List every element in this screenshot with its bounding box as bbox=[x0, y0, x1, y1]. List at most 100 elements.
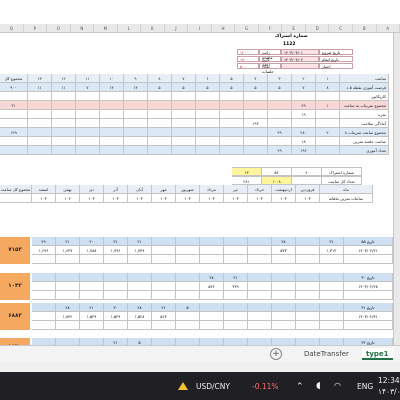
table-cell[interactable]: ۲۸۰ bbox=[292, 128, 316, 137]
week-cell[interactable] bbox=[32, 321, 56, 330]
table-cell[interactable] bbox=[244, 146, 268, 155]
table-cell[interactable]: ۴ bbox=[244, 74, 268, 83]
info-value[interactable]: ۱۷۰۰ bbox=[237, 56, 259, 62]
week-cell[interactable] bbox=[224, 237, 248, 246]
week-cell[interactable] bbox=[104, 273, 128, 282]
wifi-icon[interactable]: ◠ bbox=[334, 381, 341, 390]
table-cell[interactable]: ۷ bbox=[292, 83, 316, 92]
week-cell[interactable] bbox=[32, 312, 56, 321]
week-cell[interactable] bbox=[200, 321, 224, 330]
week-cell[interactable]: ۳۰ تاریخ bbox=[344, 273, 393, 282]
month-cell[interactable]: ۱۰۳ bbox=[152, 194, 176, 203]
week-cell[interactable]: ۲۶ bbox=[152, 303, 176, 312]
week-cell[interactable]: ۱,۷۸۸ bbox=[80, 246, 104, 255]
table-cell[interactable] bbox=[292, 119, 316, 128]
week-cell[interactable]: ۱,۶۹۶ bbox=[32, 246, 56, 255]
table-cell[interactable] bbox=[244, 92, 268, 101]
table-cell[interactable] bbox=[196, 146, 220, 155]
table-cell[interactable] bbox=[76, 128, 100, 137]
month-cell[interactable]: ۱۰۳ bbox=[248, 194, 272, 203]
week-cell[interactable] bbox=[272, 338, 296, 345]
table-cell[interactable] bbox=[52, 128, 76, 137]
table-cell[interactable] bbox=[76, 110, 100, 119]
table-cell[interactable]: ساعت جلسه تمرین bbox=[340, 137, 389, 146]
month-cell[interactable]: آذر bbox=[104, 185, 128, 194]
week-cell[interactable]: ۲۱ bbox=[128, 237, 152, 246]
month-cell[interactable]: ۱۰۳ bbox=[32, 194, 56, 203]
table-cell[interactable] bbox=[316, 92, 340, 101]
week-cell[interactable] bbox=[296, 246, 320, 255]
table-cell[interactable]: ۲۹ bbox=[268, 128, 292, 137]
month-cell[interactable] bbox=[0, 194, 32, 203]
month-cell[interactable]: ۱۰۳ bbox=[296, 194, 320, 203]
week-cell[interactable] bbox=[152, 237, 176, 246]
table-cell[interactable] bbox=[28, 128, 52, 137]
table-cell[interactable] bbox=[52, 146, 76, 155]
month-cell[interactable]: ۱۰۳ bbox=[272, 194, 296, 203]
week-cell[interactable] bbox=[80, 291, 104, 300]
table-cell[interactable]: ۳۱ bbox=[0, 101, 28, 110]
info-value[interactable]: ۵۰۰ bbox=[237, 63, 259, 69]
speaker-icon[interactable]: ◖ bbox=[316, 381, 321, 391]
table-cell[interactable]: ۱۱ bbox=[52, 83, 76, 92]
week-cell[interactable] bbox=[32, 291, 56, 300]
week-cell[interactable] bbox=[128, 282, 152, 291]
table-cell[interactable] bbox=[196, 92, 220, 101]
column-letter[interactable]: N bbox=[71, 24, 95, 32]
week-cell[interactable]: ۱,۷۹۶ bbox=[104, 246, 128, 255]
table-cell[interactable] bbox=[220, 110, 244, 119]
table-cell[interactable]: ۱۱ bbox=[76, 74, 100, 83]
week-cell[interactable] bbox=[104, 291, 128, 300]
table-cell[interactable] bbox=[28, 110, 52, 119]
table-cell[interactable]: آمادگی سلامت bbox=[340, 119, 389, 128]
table-cell[interactable] bbox=[220, 128, 244, 137]
table-cell[interactable]: مجموع تمرینات به ساعت bbox=[340, 101, 389, 110]
table-cell[interactable] bbox=[76, 92, 100, 101]
table-cell[interactable] bbox=[0, 92, 28, 101]
month-cell[interactable]: آبان bbox=[128, 185, 152, 194]
table-cell[interactable]: ۱۲ bbox=[52, 74, 76, 83]
table-cell[interactable]: ۲۹ bbox=[292, 101, 316, 110]
table-cell[interactable] bbox=[0, 119, 28, 128]
column-letter[interactable]: A bbox=[377, 24, 400, 32]
table-cell[interactable]: ۱۰ bbox=[100, 74, 124, 83]
table-cell[interactable] bbox=[220, 146, 244, 155]
week-cell[interactable] bbox=[320, 321, 344, 330]
month-cell[interactable]: ۱۰۳ bbox=[128, 194, 152, 203]
table-cell[interactable] bbox=[124, 92, 148, 101]
week-cell[interactable] bbox=[176, 338, 200, 345]
week-cell[interactable] bbox=[248, 338, 272, 345]
table-cell[interactable] bbox=[52, 119, 76, 128]
week-cell[interactable] bbox=[200, 338, 224, 345]
table-cell[interactable] bbox=[148, 128, 172, 137]
week-cell[interactable] bbox=[248, 321, 272, 330]
table-cell[interactable]: ۷ bbox=[172, 74, 196, 83]
table-cell[interactable] bbox=[100, 119, 124, 128]
info-value[interactable]: ۱۲۰۰۰ bbox=[237, 49, 259, 55]
table-cell[interactable]: ۱۴ bbox=[124, 83, 148, 92]
clock-date[interactable]: ۱۴۰۳/۰ bbox=[378, 387, 400, 396]
week-cell[interactable] bbox=[32, 282, 56, 291]
table-cell[interactable] bbox=[28, 92, 52, 101]
table-cell[interactable] bbox=[316, 110, 340, 119]
table-cell[interactable] bbox=[148, 137, 172, 146]
week-cell[interactable] bbox=[224, 312, 248, 321]
table-cell[interactable] bbox=[292, 92, 316, 101]
week-cell[interactable]: ۵۲۳ bbox=[272, 246, 296, 255]
column-letter[interactable]: E bbox=[282, 24, 306, 32]
table-cell[interactable] bbox=[148, 146, 172, 155]
week-cell[interactable]: ۱,۵۲۸ bbox=[128, 312, 152, 321]
table-cell[interactable] bbox=[268, 101, 292, 110]
week-cell[interactable] bbox=[296, 291, 320, 300]
week-cell[interactable] bbox=[200, 246, 224, 255]
month-cell[interactable]: اردیبهشت bbox=[272, 185, 296, 194]
week-cell[interactable] bbox=[344, 255, 393, 264]
week-cell[interactable] bbox=[224, 255, 248, 264]
week-cell[interactable] bbox=[128, 273, 152, 282]
week-cell[interactable] bbox=[176, 282, 200, 291]
column-letter[interactable]: C bbox=[329, 24, 353, 32]
table-cell[interactable]: ۵ bbox=[148, 83, 172, 92]
table-cell[interactable] bbox=[28, 146, 52, 155]
week-cell[interactable] bbox=[296, 321, 320, 330]
week-cell[interactable]: ۲۱ bbox=[104, 338, 128, 345]
